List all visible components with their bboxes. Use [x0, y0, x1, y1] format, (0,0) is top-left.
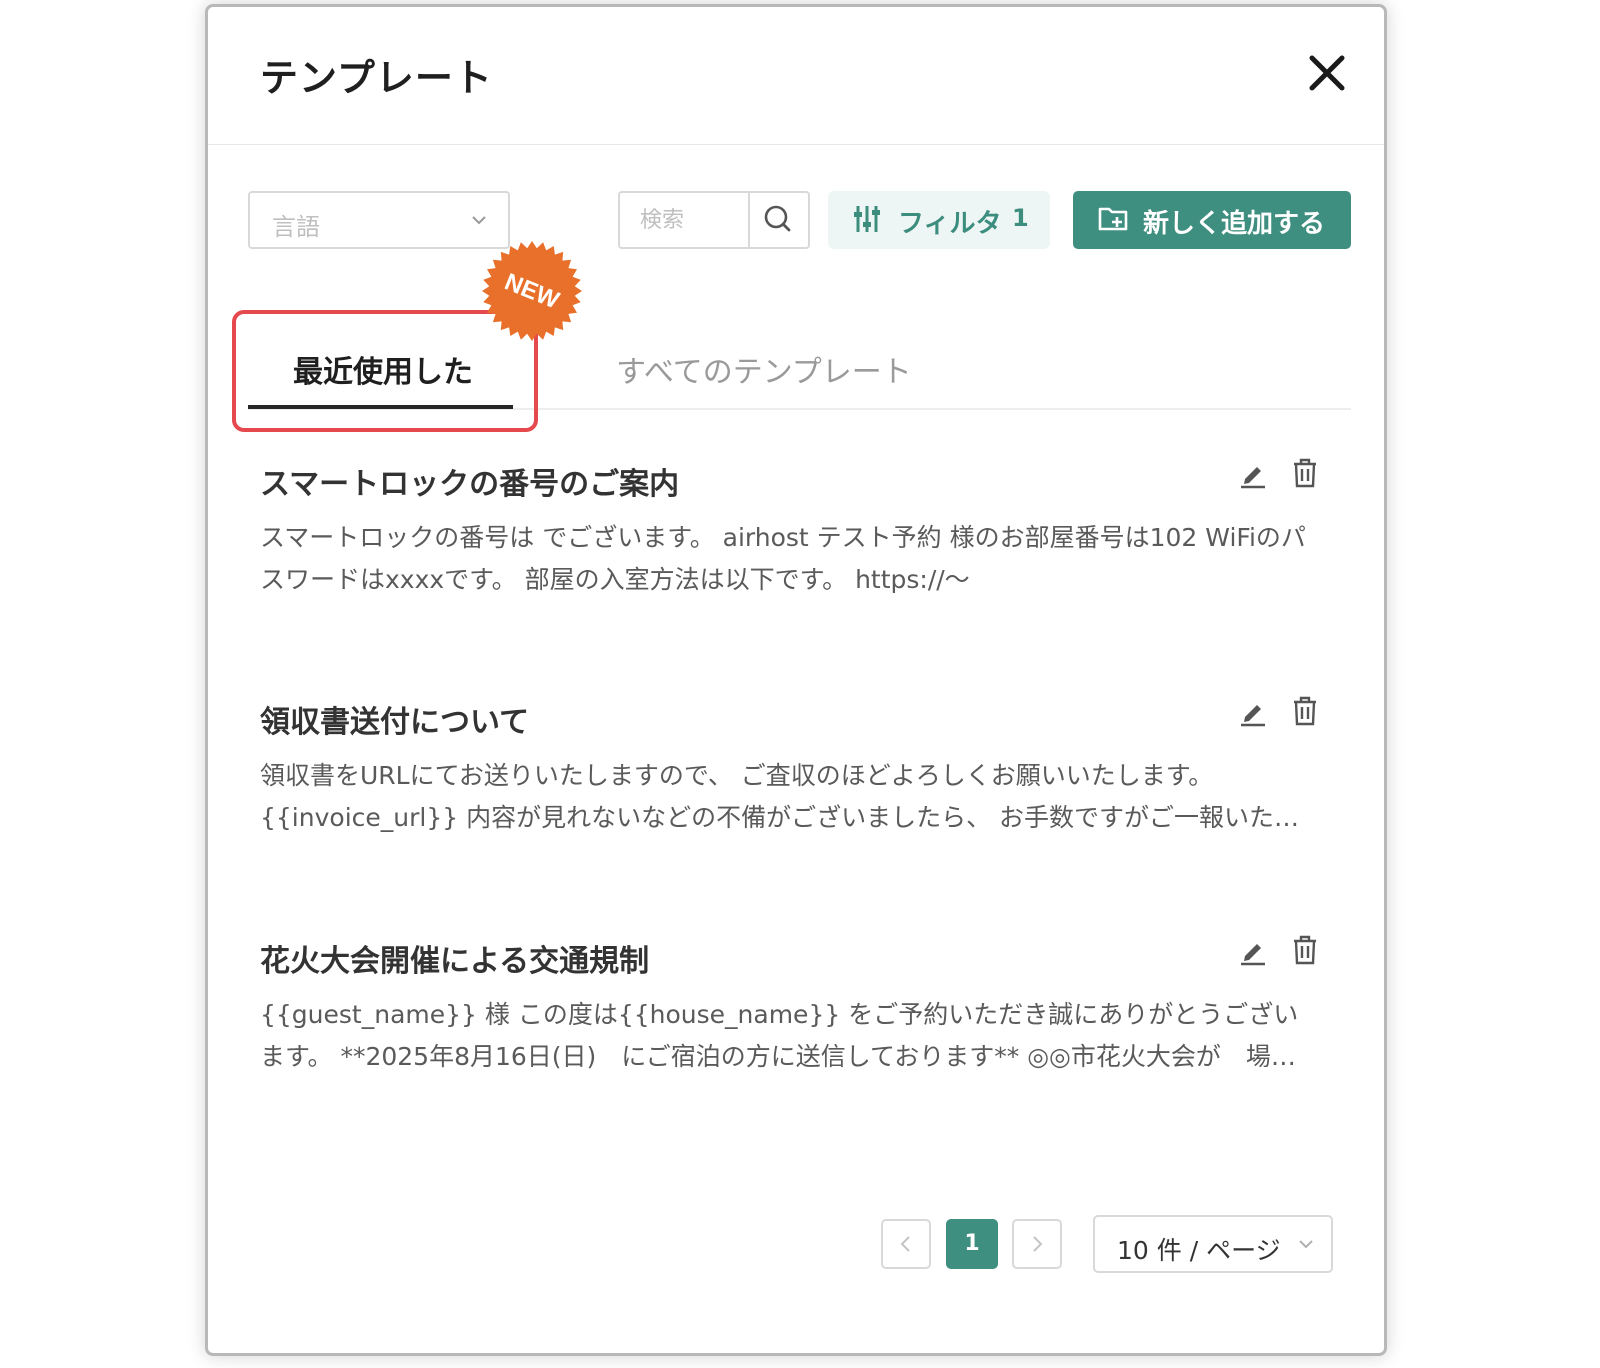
trash-icon[interactable] — [1290, 695, 1320, 727]
chevron-down-icon — [1299, 1240, 1313, 1249]
pagination-page-1[interactable]: 1 — [946, 1219, 998, 1269]
search-input[interactable] — [620, 193, 748, 247]
trash-icon[interactable] — [1290, 457, 1320, 489]
filter-label: フィルタ — [898, 209, 1002, 239]
template-modal: テンプレート 言語 フィルタ 1 — [205, 4, 1387, 1356]
search-button[interactable] — [748, 193, 808, 247]
close-icon — [1309, 55, 1345, 91]
template-title: 領収書送付について — [260, 705, 530, 740]
pagination-prev-button[interactable] — [881, 1219, 931, 1269]
modal-title: テンプレート — [260, 56, 493, 100]
template-body: 領収書をURLにてお送りいたしますので、 ご査収のほどよろしくお願いいたします。… — [260, 761, 1300, 832]
chevron-down-icon — [472, 216, 486, 225]
chevron-right-icon — [1033, 1236, 1043, 1252]
chevron-left-icon — [900, 1236, 910, 1252]
search-icon — [764, 205, 791, 232]
edit-icon[interactable] — [1238, 459, 1268, 489]
modal-header: テンプレート — [208, 7, 1384, 145]
template-title: スマートロックの番号のご案内 — [260, 467, 680, 502]
tab-all-templates[interactable]: すべてのテンプレート — [616, 347, 912, 391]
template-body: {{guest_name}} 様 この度は{{house_name}} をご予約… — [260, 1000, 1299, 1071]
template-body: スマートロックの番号は でございます。 airhost テスト予約 様のお部屋番… — [260, 523, 1306, 594]
filter-sliders-icon — [854, 206, 880, 232]
page-size-label: 10 件 / ページ — [1117, 1236, 1281, 1265]
folder-add-icon — [1098, 207, 1128, 231]
add-new-button[interactable]: 新しく追加する — [1073, 191, 1351, 249]
tab-recently-used[interactable]: 最近使用した — [293, 347, 473, 391]
edit-icon[interactable] — [1238, 697, 1268, 727]
template-title: 花火大会開催による交通規制 — [260, 944, 650, 979]
trash-icon[interactable] — [1290, 934, 1320, 966]
page-size-select[interactable]: 10 件 / ページ — [1093, 1215, 1333, 1273]
close-button[interactable] — [1306, 52, 1348, 94]
language-select[interactable]: 言語 — [248, 191, 510, 249]
active-tab-indicator — [248, 405, 513, 409]
pagination-next-button[interactable] — [1012, 1219, 1062, 1269]
language-select-placeholder: 言語 — [272, 213, 320, 241]
edit-icon[interactable] — [1238, 936, 1268, 966]
search-box — [618, 191, 810, 249]
filter-button[interactable]: フィルタ 1 — [828, 191, 1050, 249]
filter-count: 1 — [1012, 204, 1029, 232]
new-badge: NEW — [482, 241, 582, 341]
add-new-label: 新しく追加する — [1143, 209, 1326, 239]
